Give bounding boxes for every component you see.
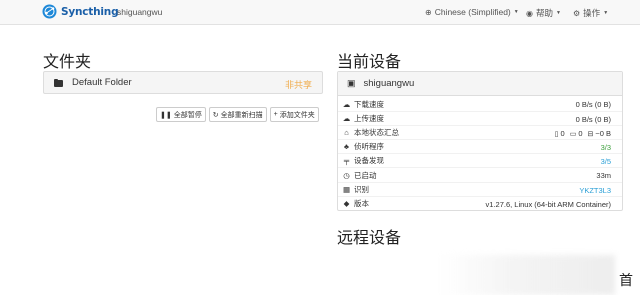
listeners-value[interactable]: 3/3: [601, 143, 611, 152]
row-discovery: ╤ 设备发现 3/5: [338, 153, 622, 167]
clock-icon: ◷: [343, 170, 350, 180]
language-dropdown[interactable]: ⊕ Chinese (Simplified) ▼: [425, 7, 519, 17]
remote-devices-heading: 远程设备: [337, 228, 402, 247]
nav-device-name: shiguangwu: [117, 7, 163, 17]
row-label: 识别: [354, 184, 369, 194]
this-device-heading: 当前设备: [337, 52, 402, 71]
folder-label: Default Folder: [72, 77, 132, 88]
actions-dropdown[interactable]: ⚙ 操作 ▼: [573, 7, 608, 19]
help-label: 帮助: [535, 8, 553, 18]
caret-down-icon: ▼: [556, 10, 561, 16]
caret-down-icon: ▼: [603, 10, 609, 16]
device-id-link[interactable]: YKZT3L3: [579, 186, 611, 195]
folders-heading: 文件夹: [43, 52, 92, 71]
row-label: 已启动: [354, 170, 377, 180]
row-listeners: ♣ 侦听程序 3/3: [338, 139, 622, 153]
home-icon: ⌂: [344, 128, 349, 138]
folder-actions: ❚❚ 全部暂停 ↻ 全部重新扫描 + 添加文件夹: [156, 107, 319, 122]
this-device-panel: ▣ shiguangwu ☁ 下载速度 0 B/s (0 B) ☁ 上传速度 0…: [337, 71, 623, 211]
refresh-icon: ↻: [212, 111, 219, 119]
tag-icon: ◆: [343, 198, 350, 208]
rescan-all-label: 全部重新扫描: [220, 111, 263, 119]
local-files-count: 0: [560, 129, 565, 139]
folder-outline-icon: ▭: [569, 131, 577, 139]
file-icon: ▯: [554, 131, 559, 139]
row-local-state: ⌂ 本地状态汇总 ▯ 0 ▭ 0 ⊟ ~0 B: [338, 125, 622, 139]
upload-icon: ☁: [342, 114, 351, 124]
navbar: Syncthing shiguangwu ⊕ Chinese (Simplifi…: [0, 0, 640, 25]
row-label: 版本: [354, 198, 369, 208]
row-download-rate: ☁ 下载速度 0 B/s (0 B): [338, 97, 622, 111]
row-label: 上传速度: [354, 114, 384, 124]
signpost-icon: ╤: [343, 156, 350, 166]
row-upload-rate: ☁ 上传速度 0 B/s (0 B): [338, 111, 622, 125]
device-header[interactable]: ▣ shiguangwu: [338, 72, 622, 96]
download-icon: ☁: [342, 99, 351, 109]
syncthing-logo-icon: [42, 4, 57, 19]
row-uptime: ◷ 已启动 33m: [338, 167, 622, 181]
row-label: 设备发现: [354, 156, 384, 166]
add-folder-label: 添加文件夹: [279, 111, 315, 119]
pause-all-label: 全部暂停: [173, 111, 202, 119]
desktop-icon: ▣: [347, 78, 356, 88]
row-version: ◆ 版本 v1.27.6, Linux (64-bit ARM Containe…: [338, 195, 622, 210]
caret-down-icon: ▼: [513, 9, 519, 15]
device-stats: ☁ 下载速度 0 B/s (0 B) ☁ 上传速度 0 B/s (0 B) ⌂ …: [338, 97, 622, 210]
row-identification: ▦ 识别 YKZT3L3: [338, 181, 622, 196]
row-value: v1.27.6, Linux (64-bit ARM Container): [485, 199, 611, 209]
brand-name: Syncthing: [61, 5, 119, 18]
brand[interactable]: Syncthing: [42, 4, 119, 19]
row-label: 下载速度: [354, 99, 384, 109]
globe-icon: ⊕: [425, 7, 432, 17]
corner-text: 首: [619, 273, 633, 289]
local-dirs-count: 0: [578, 129, 583, 139]
row-label: 侦听程序: [354, 142, 384, 152]
help-dropdown[interactable]: ◉ 帮助 ▼: [526, 7, 561, 19]
question-icon: ◉: [526, 8, 533, 18]
rescan-all-button[interactable]: ↻ 全部重新扫描: [208, 107, 267, 122]
qrcode-icon: ▦: [342, 184, 351, 194]
actions-label: 操作: [583, 8, 601, 18]
folder-status: 非共享: [284, 80, 312, 90]
folder-panel-default[interactable]: Default Folder 非共享: [43, 71, 323, 94]
row-value: 0 B/s (0 B): [575, 115, 611, 125]
local-state-summary: ▯ 0 ▭ 0 ⊟ ~0 B: [555, 129, 611, 138]
blur-overlay: [440, 255, 615, 295]
discovery-value[interactable]: 3/5: [601, 157, 611, 166]
language-label: Chinese (Simplified): [434, 7, 511, 17]
hdd-icon: ⊟: [587, 131, 594, 139]
sitemap-icon: ♣: [344, 142, 349, 152]
folder-icon: [54, 78, 64, 87]
local-size: ~0 B: [595, 129, 611, 139]
pause-all-button[interactable]: ❚❚ 全部暂停: [156, 107, 206, 122]
row-value: 0 B/s (0 B): [575, 100, 611, 109]
add-folder-button[interactable]: + 添加文件夹: [269, 107, 319, 122]
pause-icon: ❚❚: [160, 111, 172, 119]
row-label: 本地状态汇总: [354, 128, 399, 138]
plus-icon: +: [273, 111, 278, 118]
device-name: shiguangwu: [363, 78, 415, 89]
gear-icon: ⚙: [573, 8, 581, 18]
row-value: 33m: [596, 171, 611, 181]
